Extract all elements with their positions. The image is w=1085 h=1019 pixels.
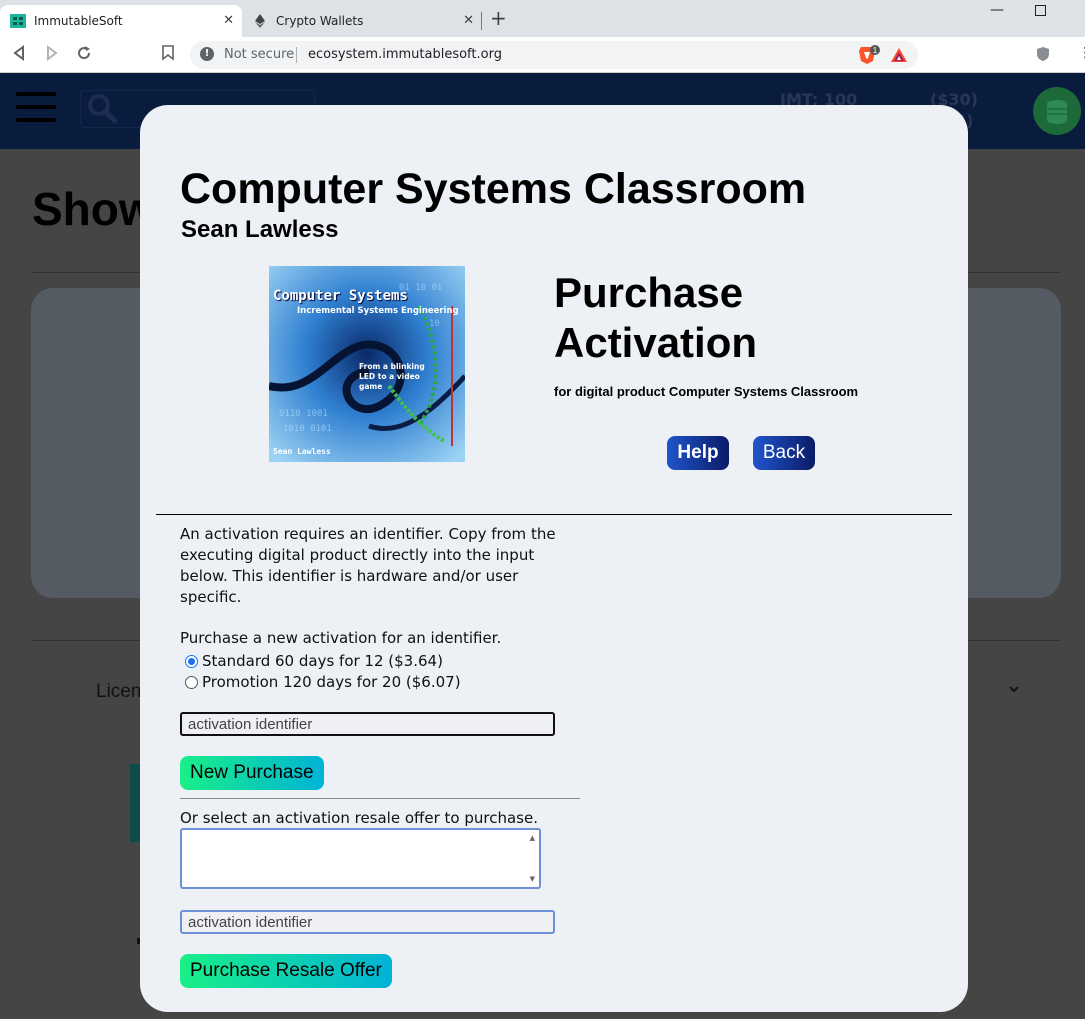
scroll-up-icon[interactable]: ▲ (530, 834, 535, 842)
bookmark-icon[interactable] (162, 45, 174, 65)
svg-text:0110 1001: 0110 1001 (279, 409, 328, 419)
option-label: Promotion 120 days for 20 ($6.07) (202, 673, 461, 691)
wallet-coins-icon[interactable] (1033, 87, 1081, 135)
hamburger-menu-icon[interactable] (16, 92, 56, 124)
forward-arrow-icon[interactable] (45, 45, 59, 65)
licenses-label: Licen (96, 681, 142, 702)
maximize-icon[interactable] (1035, 4, 1046, 20)
resale-prompt: Or select an activation resale offer to … (180, 809, 538, 827)
extension-shield-icon[interactable] (1036, 46, 1050, 66)
purchase-activation-dialog: Computer Systems Classroom Sean Lawless … (140, 105, 968, 1012)
dialog-heading-line2: Activation (554, 319, 758, 366)
dialog-subheading: for digital product Computer Systems Cla… (554, 384, 859, 399)
scroll-down-icon[interactable]: ▼ (530, 875, 535, 883)
new-purchase-button[interactable]: New Purchase (180, 756, 324, 790)
activation-identifier-input[interactable]: activation identifier (180, 712, 555, 736)
resale-identifier-input[interactable]: activation identifier (180, 910, 555, 934)
close-tab-icon[interactable]: ✕ (223, 13, 234, 28)
purchase-resale-offer-button[interactable]: Purchase Resale Offer (180, 954, 392, 988)
tab-immutablesoft[interactable]: ImmutableSoft ✕ (0, 5, 242, 37)
cover-tagline: From a blinking LED to a video game (359, 362, 425, 391)
section-divider (180, 798, 580, 799)
svg-text:10: 10 (429, 319, 440, 329)
back-arrow-icon[interactable] (12, 45, 26, 65)
omnibox-divider (296, 47, 297, 63)
minimize-icon[interactable]: — (990, 2, 1004, 18)
resale-offer-list[interactable]: ▲ ▼ (180, 828, 541, 889)
cover-title: Computer Systems (273, 288, 408, 304)
tab-crypto-wallets[interactable]: Crypto Wallets ✕ (244, 5, 482, 37)
info-icon[interactable]: ! (200, 47, 214, 61)
svg-text:1010 0101: 1010 0101 (283, 424, 332, 434)
new-tab-icon[interactable]: + (490, 8, 507, 28)
brave-badge-count: 1 (873, 46, 878, 55)
option-label: Standard 60 days for 12 ($3.64) (202, 652, 443, 670)
close-tab-icon[interactable]: ✕ (463, 13, 474, 28)
purchase-prompt: Purchase a new activation for an identif… (180, 629, 502, 647)
tab-divider (481, 12, 482, 30)
option-standard[interactable]: Standard 60 days for 12 ($3.64) (185, 652, 443, 670)
dialog-heading-line1: Purchase (554, 269, 744, 316)
brave-shields-icon[interactable]: 1 (858, 45, 880, 69)
product-author: Sean Lawless (181, 216, 339, 243)
browser-toolbar: ! Not secure ecosystem.immutablesoft.org… (0, 37, 1085, 73)
product-cover-image: 0110 1001 1010 0101 01 10 01 10 Computer… (269, 266, 465, 462)
url-text[interactable]: ecosystem.immutablesoft.org (308, 47, 502, 62)
radio-promotion[interactable] (185, 675, 198, 689)
page-title: Show (32, 183, 155, 235)
browser-tab-strip: ImmutableSoft ✕ Crypto Wallets ✕ + — (0, 0, 1085, 37)
tab-title: ImmutableSoft (34, 14, 123, 28)
menu-kebab-icon[interactable]: ⋮ (1078, 45, 1085, 61)
cover-subtitle: Incremental Systems Engineering (297, 306, 459, 316)
section-divider (156, 514, 952, 515)
help-button[interactable]: Help (667, 436, 729, 470)
tab-title: Crypto Wallets (276, 14, 364, 28)
radio-standard[interactable] (185, 654, 198, 668)
dialog-heading: Purchase Activation (554, 268, 757, 368)
cover-author: Sean Lawless (273, 447, 331, 456)
brave-rewards-icon[interactable] (890, 47, 908, 67)
immutablesoft-favicon-icon (10, 13, 26, 29)
reload-icon[interactable] (76, 45, 92, 65)
security-label: Not secure (224, 47, 295, 62)
activation-description: An activation requires an identifier. Co… (180, 525, 556, 606)
search-icon (86, 92, 120, 130)
address-bar[interactable]: ! Not secure ecosystem.immutablesoft.org… (190, 41, 918, 69)
back-button[interactable]: Back (753, 436, 815, 470)
ethereum-icon (252, 13, 268, 29)
option-promotion[interactable]: Promotion 120 days for 20 ($6.07) (185, 673, 461, 691)
chevron-down-icon[interactable] (1008, 682, 1020, 698)
product-title: Computer Systems Classroom (180, 165, 807, 213)
